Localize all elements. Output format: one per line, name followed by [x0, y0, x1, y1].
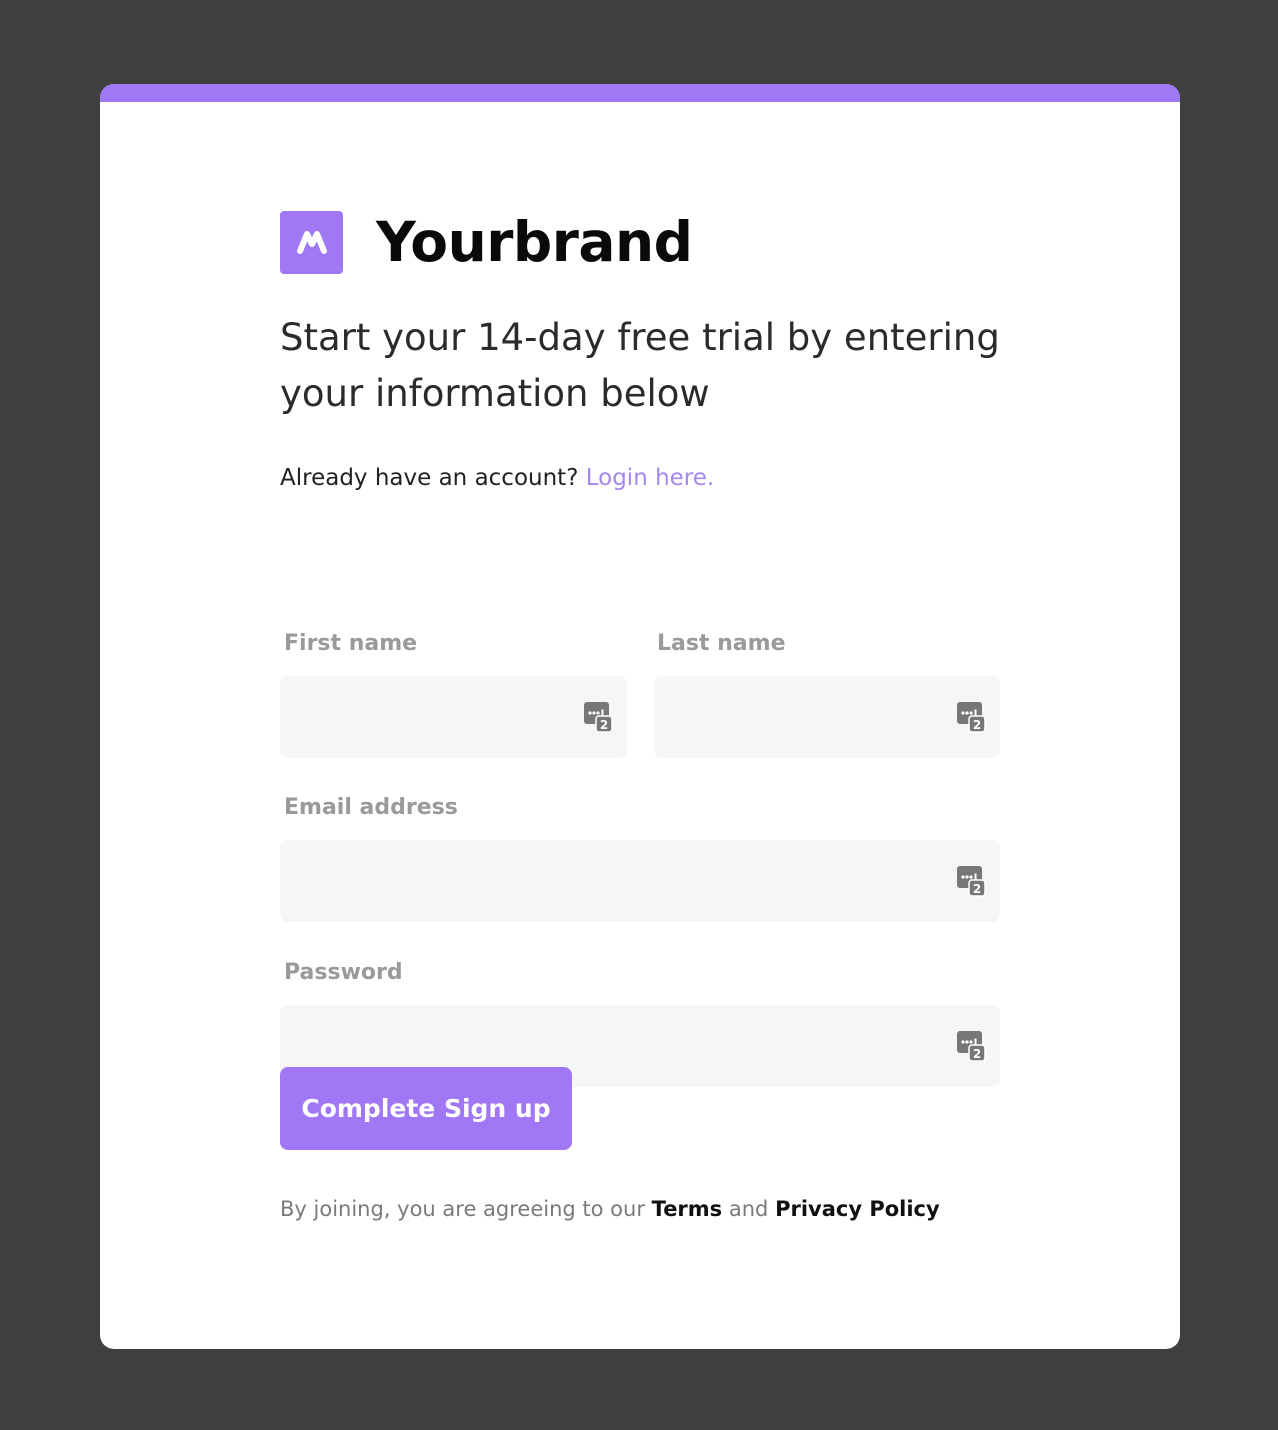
email-label: Email address: [284, 795, 458, 820]
legal-prefix: By joining, you are agreeing to our: [280, 1197, 645, 1221]
password-manager-icon[interactable]: 2: [956, 1030, 986, 1062]
first-name-field-wrapper: 2: [280, 676, 627, 758]
login-prompt-text: Already have an account?: [280, 465, 579, 491]
privacy-policy-link[interactable]: Privacy Policy: [775, 1197, 940, 1221]
svg-text:2: 2: [973, 1047, 981, 1061]
first-name-label: First name: [284, 631, 418, 656]
last-name-input[interactable]: [654, 676, 1000, 758]
password-manager-icon[interactable]: 2: [956, 701, 986, 733]
brand-logo-icon: [280, 210, 343, 274]
complete-signup-button[interactable]: Complete Sign up: [280, 1067, 572, 1150]
card-accent-bar: [100, 84, 1180, 102]
brand: Yourbrand: [280, 210, 693, 274]
first-name-input[interactable]: [280, 676, 627, 758]
email-field-wrapper: 2: [280, 840, 1000, 922]
legal-and: and: [728, 1197, 769, 1221]
page-headline: Start your 14-day free trial by entering…: [280, 316, 1000, 415]
legal-notice: By joining, you are agreeing to our Term…: [280, 1194, 940, 1224]
password-manager-icon[interactable]: 2: [956, 865, 986, 897]
last-name-label: Last name: [657, 631, 786, 656]
svg-text:2: 2: [600, 718, 608, 732]
signup-card: Yourbrand Start your 14-day free trial b…: [100, 84, 1180, 1349]
login-prompt: Already have an account? Login here.: [280, 462, 714, 494]
email-input[interactable]: [280, 840, 1000, 922]
brand-name: Yourbrand: [376, 210, 693, 274]
svg-text:2: 2: [973, 718, 981, 732]
last-name-field-wrapper: 2: [654, 676, 1000, 758]
password-manager-icon[interactable]: 2: [583, 701, 613, 733]
terms-link[interactable]: Terms: [652, 1197, 723, 1221]
svg-text:2: 2: [973, 882, 981, 896]
password-label: Password: [284, 960, 403, 985]
login-link[interactable]: Login here.: [586, 465, 715, 491]
